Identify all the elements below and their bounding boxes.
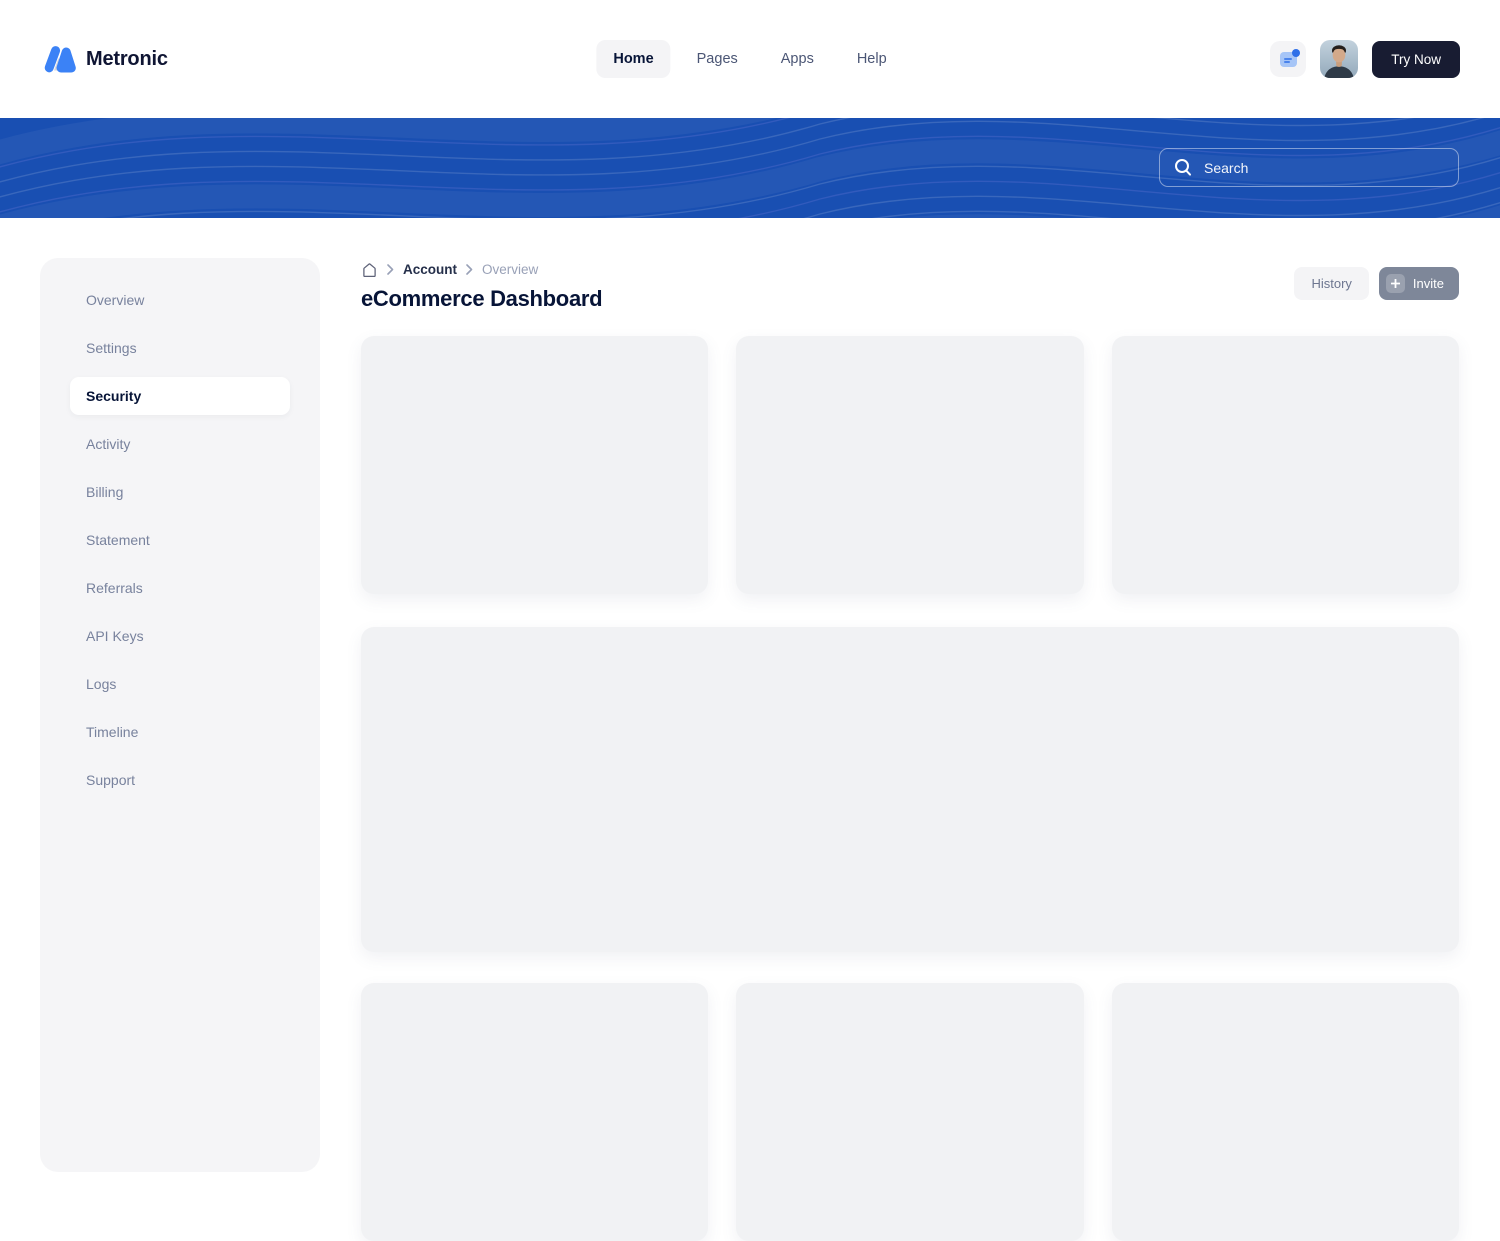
placeholder-card	[1112, 336, 1459, 594]
nav-item-help[interactable]: Help	[840, 40, 904, 78]
breadcrumb-account[interactable]: Account	[403, 262, 457, 277]
sidebar-item-settings[interactable]: Settings	[70, 329, 290, 367]
sidebar-item-api-keys[interactable]: API Keys	[70, 617, 290, 655]
nav-item-home[interactable]: Home	[596, 40, 670, 78]
brand-logo[interactable]: Metronic	[40, 44, 168, 74]
page-title: eCommerce Dashboard	[361, 286, 602, 312]
notification-icon	[1280, 52, 1297, 67]
sidebar-item-billing[interactable]: Billing	[70, 473, 290, 511]
user-avatar[interactable]	[1320, 40, 1358, 78]
placeholder-card	[736, 983, 1083, 1241]
sidebar-item-statement[interactable]: Statement	[70, 521, 290, 559]
chevron-right-icon	[466, 264, 473, 275]
invite-button[interactable]: Invite	[1379, 267, 1459, 300]
home-icon[interactable]	[361, 261, 378, 278]
plus-icon	[1386, 274, 1405, 293]
nav-item-pages[interactable]: Pages	[680, 40, 755, 78]
sidebar-item-timeline[interactable]: Timeline	[70, 713, 290, 751]
breadcrumb: Account Overview	[361, 261, 538, 278]
app-header: Metronic Home Pages Apps Help	[0, 0, 1500, 118]
notification-button[interactable]	[1270, 41, 1306, 77]
sidebar-item-security[interactable]: Security	[70, 377, 290, 415]
chevron-right-icon	[387, 264, 394, 275]
placeholder-card	[361, 983, 708, 1241]
history-button[interactable]: History	[1294, 267, 1368, 300]
nav-item-apps[interactable]: Apps	[764, 40, 831, 78]
sidebar-item-support[interactable]: Support	[70, 761, 290, 799]
sidebar-item-logs[interactable]: Logs	[70, 665, 290, 703]
search-input[interactable]	[1204, 160, 1444, 176]
placeholder-card-wide	[361, 627, 1459, 952]
placeholder-card	[736, 336, 1083, 594]
cards-row-top	[361, 336, 1459, 594]
placeholder-card	[1112, 983, 1459, 1241]
search-icon	[1174, 158, 1193, 177]
metronic-logo-mark-icon	[40, 44, 76, 74]
main-nav: Home Pages Apps Help	[596, 40, 903, 78]
main-content: Account Overview eCommerce Dashboard His…	[361, 218, 1459, 1200]
sidebar-item-overview[interactable]: Overview	[70, 281, 290, 319]
header-actions: Try Now	[1270, 40, 1460, 78]
brand-name: Metronic	[86, 48, 168, 71]
sidebar-item-referrals[interactable]: Referrals	[70, 569, 290, 607]
try-now-button[interactable]: Try Now	[1372, 41, 1460, 78]
page-actions: History Invite	[1294, 267, 1459, 300]
cards-row-bottom	[361, 983, 1459, 1241]
invite-button-label: Invite	[1413, 276, 1444, 291]
placeholder-card	[361, 336, 708, 594]
breadcrumb-overview: Overview	[482, 262, 538, 277]
hero-banner	[0, 118, 1500, 218]
account-sidebar: Overview Settings Security Activity Bill…	[40, 258, 320, 1172]
sidebar-item-activity[interactable]: Activity	[70, 425, 290, 463]
search-box[interactable]	[1159, 148, 1459, 187]
